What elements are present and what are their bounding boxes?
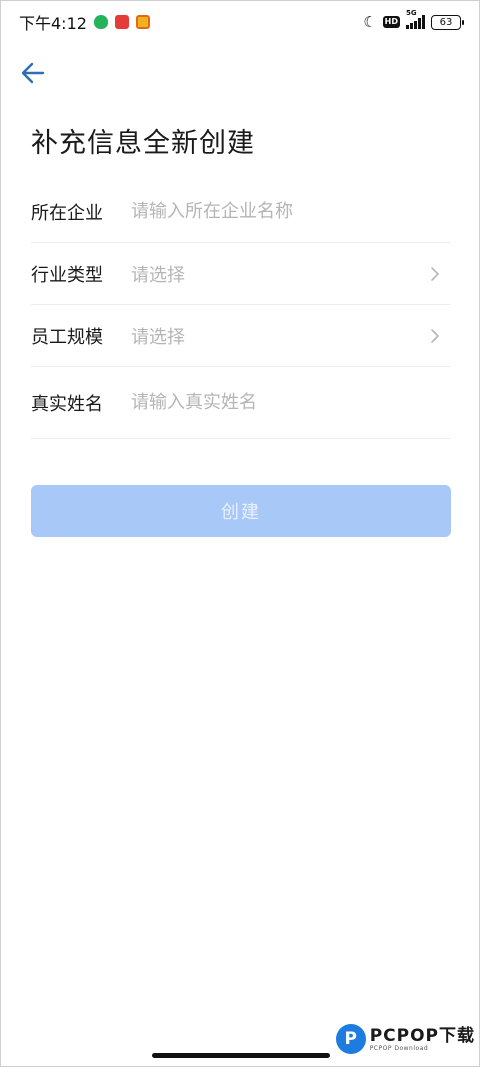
back-button[interactable] bbox=[17, 57, 49, 89]
red-app-icon bbox=[114, 15, 129, 29]
company-row: 所在企业 bbox=[31, 181, 451, 243]
chevron-right-icon bbox=[431, 266, 439, 281]
industry-select[interactable]: 请选择 bbox=[131, 261, 427, 287]
status-left: 下午4:12 bbox=[19, 10, 150, 34]
scale-label: 员工规模 bbox=[31, 326, 103, 348]
create-button[interactable]: 创建 bbox=[31, 485, 451, 537]
yellow-app-icon bbox=[135, 15, 150, 29]
company-input[interactable] bbox=[131, 201, 451, 222]
app-screen: 下午4:12 ☾ HD 5G 63 补充信息全新创建 所在企业 请输入所在企业名… bbox=[0, 0, 480, 1067]
battery-level: 63 bbox=[439, 16, 453, 28]
industry-label: 行业类型 bbox=[31, 264, 103, 286]
watermark-subtitle: PCPOP Download bbox=[369, 1044, 429, 1052]
scale-select[interactable]: 请选择 bbox=[131, 323, 427, 349]
real-name-input[interactable] bbox=[131, 392, 451, 413]
real-name-label: 真实姓名 bbox=[31, 393, 103, 415]
page-title: 补充信息全新创建 bbox=[31, 128, 255, 159]
battery-icon: 63 bbox=[431, 14, 464, 30]
home-indicator[interactable] bbox=[152, 1053, 330, 1058]
watermark: P PCPOP下载 PCPOP Download bbox=[335, 1024, 475, 1054]
status-time: 下午4:12 bbox=[19, 14, 87, 33]
shield-app-icon bbox=[93, 15, 108, 29]
status-bar: 下午4:12 ☾ HD 5G 63 bbox=[1, 1, 479, 43]
company-label: 所在企业 bbox=[31, 202, 103, 224]
scale-row[interactable]: 员工规模 请选择 bbox=[31, 305, 451, 367]
arrow-left-icon bbox=[21, 62, 45, 84]
info-form: 所在企业 行业类型 请选择 员工规模 请选择 真实姓名 bbox=[31, 181, 451, 439]
status-right: ☾ HD 5G 63 bbox=[363, 9, 464, 31]
industry-row[interactable]: 行业类型 请选择 bbox=[31, 243, 451, 305]
signal-icon: 5G bbox=[406, 9, 425, 29]
network-type: 5G bbox=[406, 9, 417, 17]
moon-icon: ☾ bbox=[363, 13, 377, 31]
real-name-row: 真实姓名 bbox=[31, 367, 451, 439]
watermark-logo-icon: P bbox=[335, 1024, 366, 1054]
watermark-text: PCPOP下载 PCPOP Download bbox=[370, 1027, 475, 1052]
watermark-title: PCPOP下载 bbox=[369, 1025, 475, 1046]
hd-badge: HD bbox=[382, 16, 400, 28]
chevron-right-icon bbox=[431, 328, 439, 343]
